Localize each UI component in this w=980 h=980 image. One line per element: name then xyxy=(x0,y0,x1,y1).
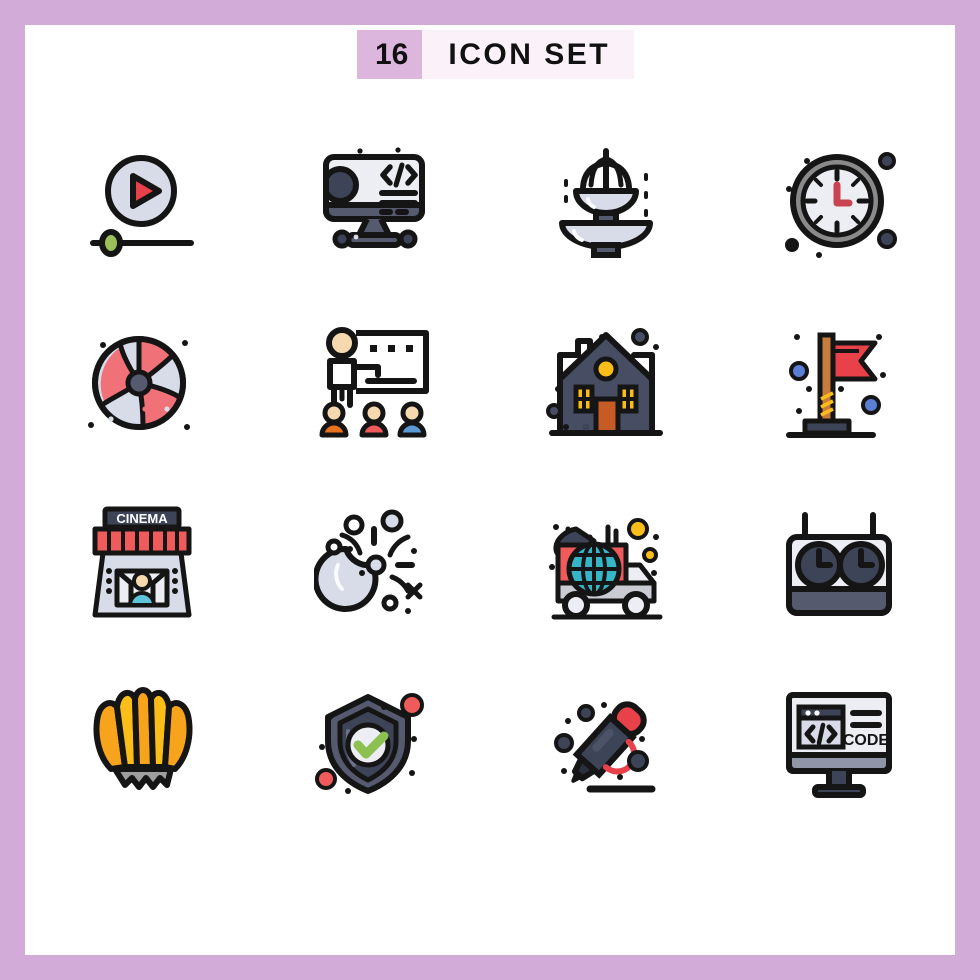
cinema-sign-text: CINEMA xyxy=(117,511,169,526)
icon-grid: Video Player Web Development xyxy=(25,113,955,833)
icon-cell-cinema-booth[interactable]: Cinema Ticket Booth CINEMA xyxy=(25,473,258,653)
web-development-monitor-icon xyxy=(322,147,425,249)
video-player-icon xyxy=(90,155,195,257)
beach-ball-icon xyxy=(88,336,191,430)
page-title: ICON SET xyxy=(422,30,635,79)
icon-cell-code-monitor[interactable]: Code CODE xyxy=(723,653,956,833)
code-screen-text: CODE xyxy=(843,732,890,749)
icon-cell-fountain[interactable]: Fountain xyxy=(490,113,723,293)
flag-pole-icon xyxy=(785,332,886,438)
presentation-training-icon xyxy=(319,327,429,438)
icon-cell-flag[interactable]: Flag xyxy=(723,293,956,473)
poster-header: 16 ICON SET xyxy=(357,30,635,79)
icon-cell-clock[interactable]: Clock xyxy=(723,113,956,293)
chess-clock-icon xyxy=(785,512,892,616)
highlighter-marker-icon xyxy=(554,701,656,793)
night-house-icon xyxy=(546,328,664,436)
icon-cell-highlighter[interactable]: Highlighter xyxy=(490,653,723,833)
icon-cell-shuttlecock[interactable]: Shuttlecock xyxy=(25,653,258,833)
icon-cell-security-shield[interactable]: Security Shield xyxy=(258,653,491,833)
icon-cell-beach-ball[interactable]: Beach Ball xyxy=(25,293,258,473)
news-broadcast-van-icon xyxy=(549,518,663,620)
icon-cell-training[interactable]: Training Presentation xyxy=(258,293,491,473)
icon-count-badge: 16 xyxy=(357,30,423,79)
icon-cell-web-development[interactable]: Web Development xyxy=(258,113,491,293)
cinema-ticket-booth-icon: CINEMA xyxy=(92,506,192,618)
security-shield-check-icon xyxy=(314,693,424,794)
icon-cell-broadcast-van[interactable]: Broadcast Van xyxy=(490,473,723,653)
icon-cell-chess-clock[interactable]: Chess Clock xyxy=(723,473,956,653)
poster-canvas: 16 ICON SET Video Player Web Development xyxy=(25,25,955,955)
fountain-icon xyxy=(559,148,654,258)
icon-cell-night-house[interactable]: House at Night xyxy=(490,293,723,473)
icon-set-poster: 16 ICON SET Video Player Web Development xyxy=(0,0,980,980)
icon-cell-night-sky[interactable]: Night Sky xyxy=(258,473,491,653)
shuttlecock-icon xyxy=(93,687,193,790)
crescent-moon-stars-icon xyxy=(313,509,423,614)
code-monitor-icon: CODE xyxy=(785,692,892,798)
icon-cell-video-player[interactable]: Video Player xyxy=(25,113,258,293)
wall-clock-icon xyxy=(784,152,897,258)
